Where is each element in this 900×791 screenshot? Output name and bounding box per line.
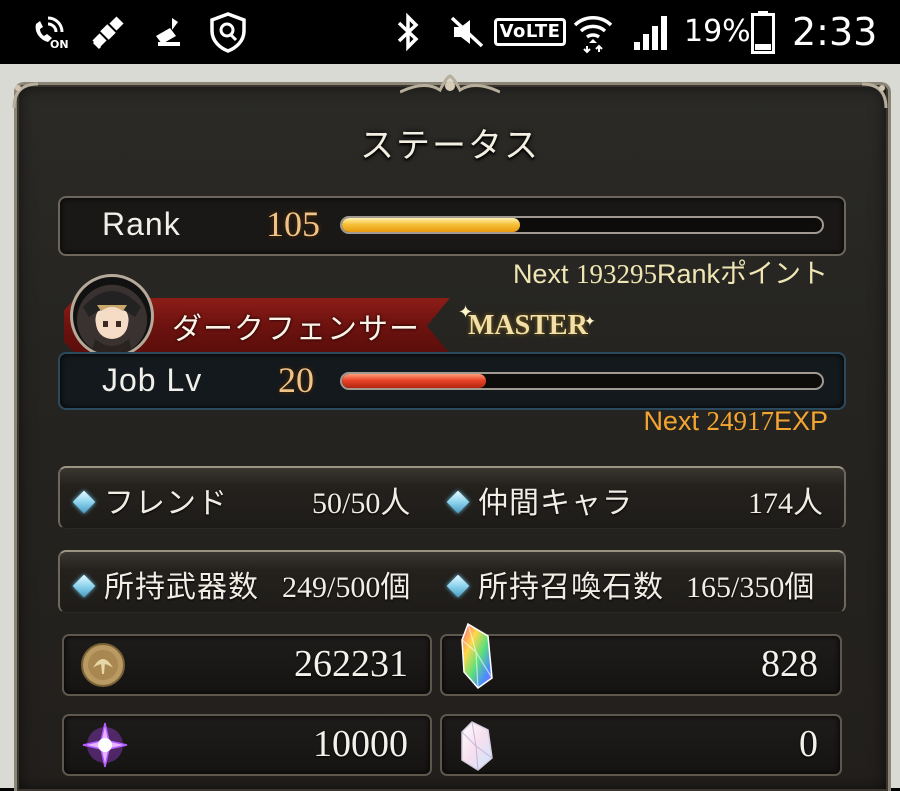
gem-shard-icon: [461, 721, 493, 771]
diamond-bullet-icon: [72, 490, 96, 514]
character-portrait-icon: [83, 291, 141, 355]
renown-box: 10000: [62, 714, 432, 776]
call-on-label: ON: [50, 38, 69, 51]
rank-progress-bar: [340, 216, 824, 234]
signal-icon: [630, 0, 674, 64]
diamond-bullet-icon: [72, 574, 96, 598]
renown-star-icon: [82, 722, 128, 768]
weapons-unit: 個: [380, 570, 411, 605]
job-level-label: Job Lv: [102, 362, 203, 398]
hd-call-icon: ON: [28, 0, 72, 64]
rank-next-value: 193295: [575, 259, 657, 289]
bluetooth-icon: [390, 0, 426, 64]
summons-count: 165/350: [686, 571, 785, 604]
weapons-count: 249/500: [282, 571, 381, 604]
diamond-bullet-icon: [446, 574, 470, 598]
job-name: ダークフェンサー: [172, 312, 420, 347]
job-progress-bar: [340, 372, 824, 390]
info-row-friends: フレンド 50/50人 仲間キャラ 174人: [58, 466, 846, 529]
friend-label: フレンド: [104, 486, 228, 521]
master-badge: MASTER: [468, 310, 588, 341]
sparkle-icon: ✦: [584, 314, 596, 330]
crystal-box: 828: [440, 622, 842, 696]
job-next-value: 24917: [706, 406, 774, 436]
rupie-value: 262231: [294, 643, 408, 685]
summons-label: 所持召喚石数: [478, 570, 664, 605]
rank-value: 105: [266, 204, 320, 244]
cleaner-icon: [148, 0, 188, 64]
summons-value: 165/350個: [686, 562, 814, 606]
friend-unit: 人: [380, 486, 411, 521]
summons-unit: 個: [784, 570, 815, 605]
wifi-icon: [570, 0, 616, 64]
job-next: Next 24917EXP: [643, 406, 828, 437]
job-level-value: 20: [278, 360, 314, 400]
rank-progress-fill: [342, 218, 520, 232]
panel-title: ステータス: [360, 126, 540, 166]
battery-percent: 19%: [684, 14, 751, 49]
corner-ornament-icon: [12, 82, 39, 109]
shield-search-icon: [206, 0, 250, 64]
satellite-icon: [86, 0, 130, 64]
weapons-value: 249/500個: [282, 562, 410, 606]
sparkle-icon: ✦: [458, 302, 474, 323]
renown-value: 10000: [313, 723, 408, 765]
job-next-prefix: Next: [643, 406, 707, 436]
job-next-suffix: EXP: [773, 406, 828, 436]
rank-next-suffix: Rankポイント: [656, 259, 828, 289]
panel-ornament-icon: [400, 74, 500, 94]
friend-count: 50/50: [312, 487, 381, 520]
crew-count: 174: [748, 487, 793, 520]
crew-label: 仲間キャラ: [478, 486, 633, 521]
rank-label: Rank: [102, 206, 181, 242]
ticket-value: 0: [799, 723, 818, 765]
friend-value: 50/50人: [312, 478, 410, 522]
ticket-box: 0: [440, 714, 842, 776]
weapons-label: 所持武器数: [104, 570, 259, 605]
crew-unit: 人: [793, 486, 823, 521]
rupie-box: 262231: [62, 634, 432, 696]
rank-box: Rank 105: [58, 196, 846, 256]
job-level-box: Job Lv 20: [58, 352, 846, 410]
rank-next-prefix: Next: [512, 259, 576, 289]
rupie-coin-icon: [81, 643, 125, 687]
mute-icon: [446, 0, 490, 64]
diamond-bullet-icon: [446, 490, 470, 514]
crystal-value: 828: [761, 643, 818, 685]
battery-icon: [748, 0, 778, 64]
rank-next: Next 193295Rankポイント: [513, 252, 828, 291]
corner-ornament-icon: [861, 82, 888, 109]
job-avatar[interactable]: [70, 274, 154, 358]
status-bar: ON VoLTE 19% 2:33: [0, 0, 900, 64]
volte-label: VoLTE: [493, 18, 567, 46]
volte-icon: VoLTE: [493, 0, 567, 64]
crew-value: 174人: [748, 478, 823, 522]
info-row-inventory: 所持武器数 249/500個 所持召喚石数 165/350個: [58, 550, 846, 613]
clock: 2:33: [792, 10, 878, 54]
job-progress-fill: [342, 374, 486, 388]
crystal-icon: [461, 622, 493, 690]
